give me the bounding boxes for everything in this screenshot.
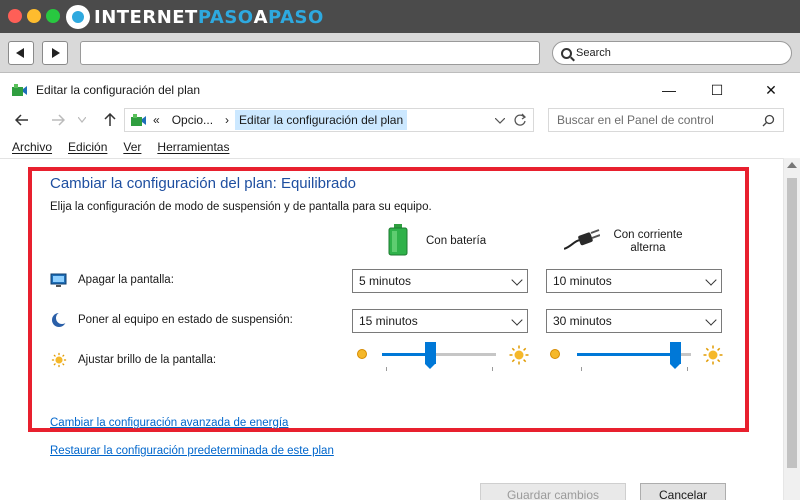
brightness-low-icon (357, 349, 367, 359)
maximize-window-dot[interactable] (46, 9, 60, 23)
sleep-battery-select[interactable]: 15 minutos (352, 309, 528, 333)
browser-toolbar: Search (0, 33, 800, 73)
scroll-thumb[interactable] (787, 178, 797, 468)
search-icon (561, 47, 572, 59)
brightness-label: Ajustar brillo de la pantalla: (78, 354, 217, 366)
chevron-down-icon (705, 314, 717, 326)
control-panel-search-input[interactable]: Buscar en el Panel de control (548, 108, 784, 132)
brightness-high-icon (509, 345, 529, 365)
brand-globe-icon (66, 5, 90, 29)
search-icon (762, 114, 775, 127)
breadcrumb-edit-plan[interactable]: Editar la configuración del plan (235, 110, 408, 130)
brand-name: INTERNET PASO A PASO (94, 6, 324, 28)
display-off-battery-select[interactable]: 5 minutos (352, 269, 528, 293)
chevron-down-icon (78, 117, 86, 123)
slider-tick (386, 367, 387, 371)
page-subtitle: Elija la configuración de modo de suspen… (50, 201, 432, 213)
browser-search-input[interactable]: Search (552, 41, 792, 65)
triangle-right-icon (52, 48, 60, 58)
sleep-moon-icon (52, 312, 68, 327)
arrow-up-icon (104, 113, 116, 126)
arrow-right-icon (52, 114, 65, 126)
scroll-up-arrow-icon[interactable] (787, 162, 797, 168)
browser-url-input[interactable] (80, 41, 540, 65)
arrow-left-icon (15, 114, 28, 126)
address-row: « Opcio... › Editar la configuración del… (0, 106, 800, 134)
slider-thumb[interactable] (425, 342, 436, 369)
close-button[interactable]: ✕ (748, 74, 794, 106)
menu-archivo[interactable]: Archivo (12, 140, 52, 154)
display-off-label: Apagar la pantalla: (78, 274, 174, 286)
browser-forward-button[interactable] (42, 41, 68, 65)
battery-column-header: Con batería (426, 235, 487, 247)
brand-logo: INTERNET PASO A PASO (66, 4, 324, 30)
advanced-settings-link[interactable]: Cambiar la configuración avanzada de ene… (50, 417, 288, 429)
forward-button[interactable] (48, 110, 68, 130)
maximize-button[interactable]: ☐ (694, 74, 740, 106)
sleep-ac-select[interactable]: 30 minutos (546, 309, 722, 333)
menu-herramientas[interactable]: Herramientas (157, 140, 229, 154)
recent-locations-button[interactable] (72, 110, 92, 130)
slider-fill (382, 353, 430, 356)
sleep-label: Poner al equipo en estado de suspensión: (78, 314, 293, 326)
minimize-button[interactable]: — (646, 74, 692, 106)
slider-tick (687, 367, 688, 371)
power-plug-icon (564, 229, 600, 250)
brightness-high-icon (703, 345, 723, 365)
battery-icon (388, 224, 408, 256)
chevron-down-icon (511, 314, 523, 326)
chevron-down-icon (705, 274, 717, 286)
brightness-battery-slider[interactable] (382, 341, 496, 371)
menu-ver[interactable]: Ver (123, 140, 141, 154)
breadcrumb-power-options[interactable]: Opcio... (166, 113, 219, 127)
cancel-button[interactable]: Cancelar (640, 483, 726, 500)
menu-bar: Archivo Edición Ver Herramientas (0, 136, 800, 158)
chevron-down-icon (511, 274, 523, 286)
breadcrumb-separator[interactable]: › (219, 113, 235, 127)
slider-fill (577, 353, 675, 356)
menu-edicion[interactable]: Edición (68, 140, 107, 154)
minimize-window-dot[interactable] (27, 9, 41, 23)
slider-thumb[interactable] (670, 342, 681, 369)
brightness-ac-slider[interactable] (577, 341, 691, 371)
triangle-left-icon (16, 48, 24, 58)
slider-tick (492, 367, 493, 371)
page-title: Cambiar la configuración del plan: Equil… (50, 175, 357, 192)
address-bar[interactable]: « Opcio... › Editar la configuración del… (124, 108, 534, 132)
window-title-bar: Editar la configuración del plan — ☐ ✕ (0, 74, 800, 106)
back-button[interactable] (12, 110, 32, 130)
breadcrumb-overflow[interactable]: « (147, 113, 166, 127)
close-window-dot[interactable] (8, 9, 22, 23)
brightness-low-icon (550, 349, 560, 359)
refresh-icon[interactable] (513, 113, 527, 127)
chevron-down-icon[interactable] (495, 118, 505, 124)
vertical-scrollbar[interactable] (783, 158, 800, 500)
save-changes-button[interactable]: Guardar cambios (480, 483, 626, 500)
up-button[interactable] (100, 110, 120, 130)
brightness-sun-icon (51, 352, 67, 368)
monitor-icon (50, 273, 67, 287)
power-options-icon (131, 114, 146, 126)
slider-tick (581, 367, 582, 371)
browser-title-bar: INTERNET PASO A PASO (0, 0, 800, 33)
power-options-icon (12, 84, 27, 96)
window-title: Editar la configuración del plan (36, 83, 201, 97)
browser-back-button[interactable] (8, 41, 34, 65)
restore-defaults-link[interactable]: Restaurar la configuración predeterminad… (50, 445, 334, 457)
display-off-ac-select[interactable]: 10 minutos (546, 269, 722, 293)
ac-column-header: Con corriente alterna (613, 229, 683, 254)
